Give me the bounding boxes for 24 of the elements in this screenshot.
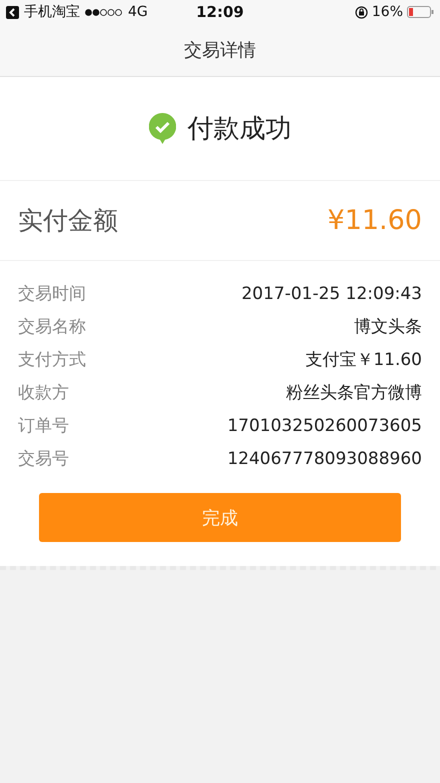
detail-value: 支付宝￥11.60 bbox=[305, 349, 422, 371]
back-app-link[interactable]: 手机淘宝 bbox=[24, 3, 80, 21]
check-icon bbox=[148, 113, 176, 144]
detail-value: 170103250260073605 bbox=[227, 416, 422, 436]
network-label: 4G bbox=[128, 4, 148, 20]
detail-label: 交易名称 bbox=[18, 316, 86, 338]
amount-value: ¥11.60 bbox=[328, 205, 422, 236]
detail-value: 粉丝头条官方微博 bbox=[286, 382, 422, 404]
payment-status: 付款成功 bbox=[188, 113, 292, 146]
battery-icon bbox=[407, 6, 434, 18]
detail-label: 交易号 bbox=[18, 448, 69, 470]
rotation-lock-icon bbox=[354, 6, 368, 18]
detail-value: 博文头条 bbox=[354, 316, 422, 338]
battery-percent: 16% bbox=[372, 4, 403, 20]
detail-label: 交易时间 bbox=[18, 283, 86, 305]
amount-label: 实付金额 bbox=[18, 205, 118, 237]
detail-label: 支付方式 bbox=[18, 349, 86, 371]
detail-value: 124067778093088960 bbox=[227, 448, 422, 468]
detail-label: 订单号 bbox=[18, 415, 69, 437]
page-title: 交易详情 bbox=[184, 39, 256, 62]
detail-label: 收款方 bbox=[18, 382, 69, 404]
status-time: 12:09 bbox=[196, 3, 244, 21]
signal-icon bbox=[85, 8, 123, 16]
detail-value: 2017-01-25 12:09:43 bbox=[241, 284, 422, 304]
